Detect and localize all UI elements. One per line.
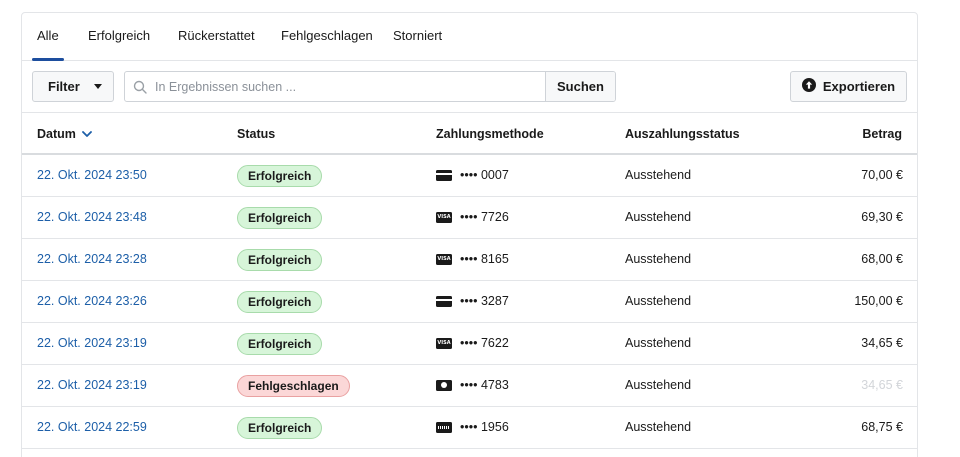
tab-erfolgreich[interactable]: Erfolgreich [88, 28, 150, 61]
status-badge: Erfolgreich [237, 165, 323, 187]
payments-card: Alle Erfolgreich Rückerstattet Fehlgesch… [21, 12, 918, 457]
export-button[interactable]: Exportieren [790, 71, 907, 102]
amount: 68,75 € [861, 420, 903, 434]
table-row[interactable]: 22. Okt. 2024 23:28 Erfolgreich •••• 816… [22, 239, 917, 281]
payout-status: Ausstehend [625, 294, 692, 308]
filter-button[interactable]: Filter [32, 71, 114, 102]
column-header-payout-status: Auszahlungsstatus [625, 127, 740, 141]
card-last-digits: •••• 7726 [460, 210, 509, 224]
filter-label: Filter [48, 79, 80, 94]
payment-method: •••• 1956 [436, 420, 509, 434]
search-box: Suchen [124, 71, 616, 102]
status-badge: Erfolgreich [237, 291, 323, 313]
card-last-digits: •••• 3287 [460, 294, 509, 308]
card-last-digits: •••• 4783 [460, 378, 509, 392]
visa-card-icon [436, 253, 452, 265]
table-row[interactable]: 22. Okt. 2024 23:50 Erfolgreich •••• 000… [22, 155, 917, 197]
tab-storniert[interactable]: Storniert [393, 28, 442, 61]
payment-date-link[interactable]: 22. Okt. 2024 23:19 [37, 336, 147, 350]
amount: 34,65 € [861, 336, 903, 350]
payment-method: •••• 4783 [436, 378, 509, 392]
card-last-digits: •••• 7622 [460, 336, 509, 350]
status-badge: Erfolgreich [237, 249, 323, 271]
status-badge: Erfolgreich [237, 333, 323, 355]
credit-card-icon [436, 295, 452, 307]
caret-down-icon [93, 84, 102, 89]
search-button[interactable]: Suchen [545, 72, 615, 101]
payment-method: •••• 8165 [436, 252, 509, 266]
payout-status: Ausstehend [625, 378, 692, 392]
payment-method: •••• 0007 [436, 168, 509, 182]
tab-fehlgeschlagen[interactable]: Fehlgeschlagen [281, 28, 373, 61]
payout-status: Ausstehend [625, 420, 692, 434]
table-row[interactable]: 22. Okt. 2024 23:19 Fehlgeschlagen •••• … [22, 365, 917, 407]
payment-date-link[interactable]: 22. Okt. 2024 23:28 [37, 252, 147, 266]
status-badge: Erfolgreich [237, 417, 323, 439]
status-badge: Fehlgeschlagen [237, 375, 350, 397]
search-input[interactable] [155, 72, 545, 101]
toolbar: Filter Suchen Exportieren [22, 61, 917, 113]
column-header-date[interactable]: Datum [37, 127, 92, 141]
search-icon [125, 72, 155, 101]
visa-card-icon [436, 211, 452, 223]
chevron-down-icon [82, 127, 92, 141]
payment-date-link[interactable]: 22. Okt. 2024 23:19 [37, 378, 147, 392]
payment-method: •••• 7622 [436, 336, 509, 350]
payment-date-link[interactable]: 22. Okt. 2024 23:48 [37, 210, 147, 224]
table-row[interactable]: 22. Okt. 2024 23:48 Erfolgreich •••• 772… [22, 197, 917, 239]
amount: 34,65 € [861, 378, 903, 392]
date-header-label: Datum [37, 127, 76, 141]
table-row[interactable]: 22. Okt. 2024 23:26 Erfolgreich •••• 328… [22, 281, 917, 323]
table-header: Datum Status Zahlungsmethode Auszahlungs… [22, 113, 917, 155]
tab-alle[interactable]: Alle [37, 28, 59, 61]
payment-method: •••• 3287 [436, 294, 509, 308]
payout-status: Ausstehend [625, 252, 692, 266]
amount: 69,30 € [861, 210, 903, 224]
upload-arrow-icon [801, 78, 816, 95]
amex-card-icon [436, 421, 452, 433]
payment-date-link[interactable]: 22. Okt. 2024 23:50 [37, 168, 147, 182]
card-last-digits: •••• 1956 [460, 420, 509, 434]
payment-date-link[interactable]: 22. Okt. 2024 22:59 [37, 420, 147, 434]
payout-status: Ausstehend [625, 168, 692, 182]
tab-rueckerstattet[interactable]: Rückerstattet [178, 28, 255, 61]
card-last-digits: •••• 8165 [460, 252, 509, 266]
payout-status: Ausstehend [625, 336, 692, 350]
card-last-digits: •••• 0007 [460, 168, 509, 182]
mastercard-icon [436, 379, 452, 391]
payment-date-link[interactable]: 22. Okt. 2024 23:26 [37, 294, 147, 308]
column-header-payment-method: Zahlungsmethode [436, 127, 544, 141]
column-header-status: Status [237, 127, 276, 141]
status-tabs: Alle Erfolgreich Rückerstattet Fehlgesch… [22, 13, 917, 61]
table-row[interactable]: 22. Okt. 2024 23:19 Erfolgreich •••• 762… [22, 323, 917, 365]
visa-card-icon [436, 337, 452, 349]
table-row[interactable]: 22. Okt. 2024 22:59 Erfolgreich •••• 195… [22, 407, 917, 449]
payment-method: •••• 7726 [436, 210, 509, 224]
column-header-amount: Betrag [862, 127, 902, 141]
payout-status: Ausstehend [625, 210, 692, 224]
export-label: Exportieren [822, 79, 896, 94]
amount: 68,00 € [861, 252, 903, 266]
status-badge: Erfolgreich [237, 207, 323, 229]
credit-card-icon [436, 169, 452, 181]
amount: 150,00 € [854, 294, 903, 308]
amount: 70,00 € [861, 168, 903, 182]
